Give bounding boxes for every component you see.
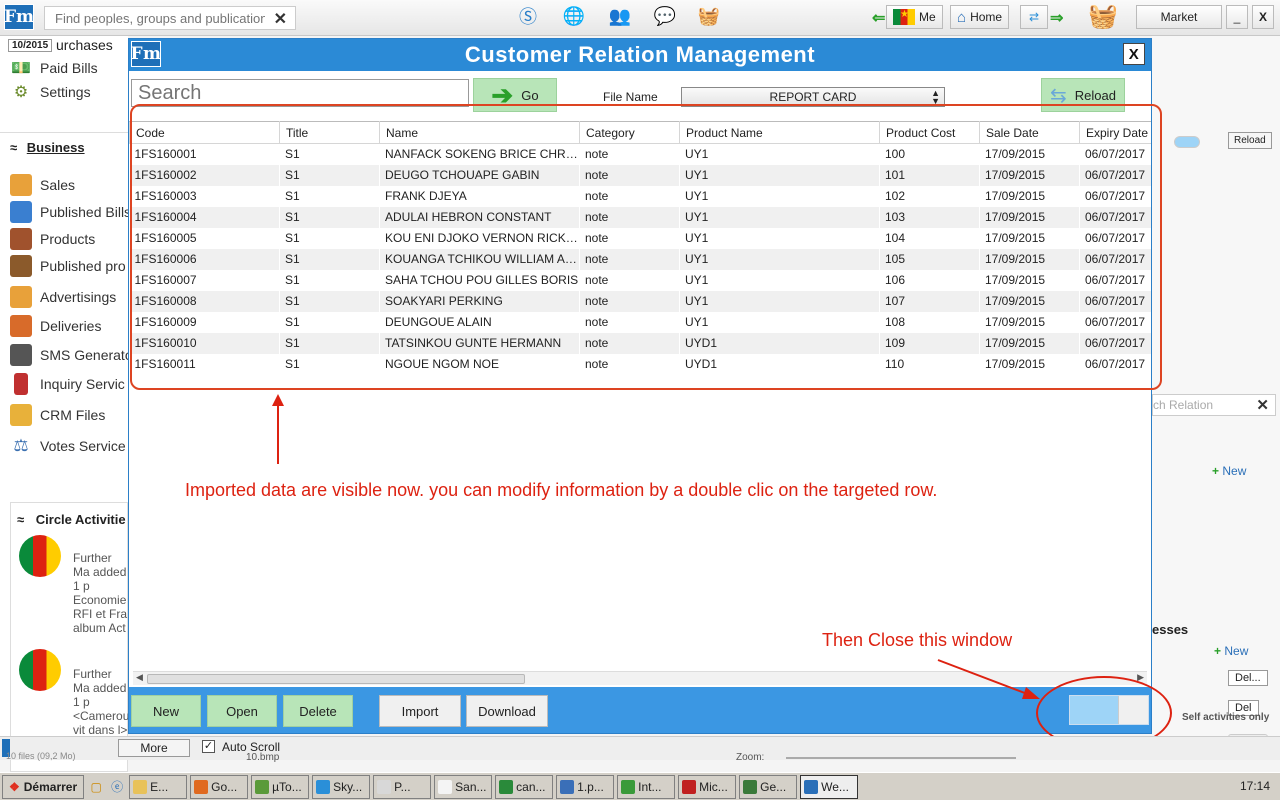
taskbar-task[interactable]: Sky... <box>312 774 371 799</box>
task-app-icon <box>621 779 636 794</box>
task-app-icon <box>316 779 331 794</box>
up-arrow-head <box>272 394 284 406</box>
task-label: µTo... <box>272 779 302 794</box>
taskbar-clock: 17:14 <box>1239 779 1270 793</box>
file-name-status: 10.bmp <box>246 752 280 763</box>
taskbar-task[interactable]: Go... <box>190 774 249 799</box>
windows-logo-icon: ❖ <box>9 779 20 794</box>
task-app-icon <box>743 779 758 794</box>
task-app-icon <box>499 779 514 794</box>
task-label: Ge... <box>760 779 787 794</box>
task-app-icon <box>804 779 819 794</box>
task-label: 1.p... <box>577 779 604 794</box>
quicklaunch-media-icon[interactable]: ▢ <box>87 780 105 794</box>
taskbar-task[interactable]: Int... <box>617 774 676 799</box>
quicklaunch-ie-icon[interactable]: ⓔ <box>108 778 126 795</box>
task-app-icon <box>377 779 392 794</box>
task-app-icon <box>133 779 148 794</box>
task-label: Sky... <box>333 779 363 794</box>
task-label: Go... <box>211 779 238 794</box>
taskbar-task[interactable]: 1.p... <box>556 774 615 799</box>
task-app-icon <box>560 779 575 794</box>
task-label: We... <box>821 779 849 794</box>
start-button[interactable]: ❖ Démarrer <box>2 774 85 799</box>
taskbar-task[interactable]: P... <box>373 774 432 799</box>
status-bar: 10 files (09,2 Mo) More ✓ Auto Scroll 10… <box>0 736 1280 763</box>
task-app-icon <box>194 779 209 794</box>
auto-scroll-checkbox[interactable]: ✓ <box>202 740 215 753</box>
taskbar-task[interactable]: Mic... <box>678 774 737 799</box>
taskbar-task[interactable]: E... <box>129 774 188 799</box>
close-hint-arrow-line <box>937 659 1031 696</box>
task-label: Mic... <box>699 779 728 794</box>
task-app-icon <box>682 779 697 794</box>
task-label: E... <box>150 779 169 794</box>
taskbar-task[interactable]: µTo... <box>251 774 310 799</box>
taskbar-task[interactable]: Ge... <box>739 774 798 799</box>
task-label: Int... <box>638 779 662 794</box>
windows-taskbar: ❖ Démarrer ▢ ⓔ E... Go... µTo... Sky... P...… <box>0 772 1280 800</box>
zoom-slider[interactable] <box>786 757 1016 759</box>
task-label: can... <box>516 779 546 794</box>
zoom-label: Zoom: <box>736 752 765 763</box>
file-count: 10 files (09,2 Mo) <box>6 751 76 761</box>
annotation-close-text: Then Close this window <box>822 630 1013 650</box>
task-label: P... <box>394 779 411 794</box>
annotation-main-text: Imported data are visible now. you can m… <box>185 480 938 500</box>
taskbar-task[interactable]: can... <box>495 774 554 799</box>
task-app-icon <box>438 779 453 794</box>
taskbar-task[interactable]: We... <box>800 774 859 799</box>
close-hint-arrow-head <box>1022 687 1040 699</box>
more-button[interactable]: More <box>118 739 190 757</box>
task-app-icon <box>255 779 270 794</box>
task-label: San... <box>455 779 487 794</box>
taskbar-task[interactable]: San... <box>434 774 493 799</box>
